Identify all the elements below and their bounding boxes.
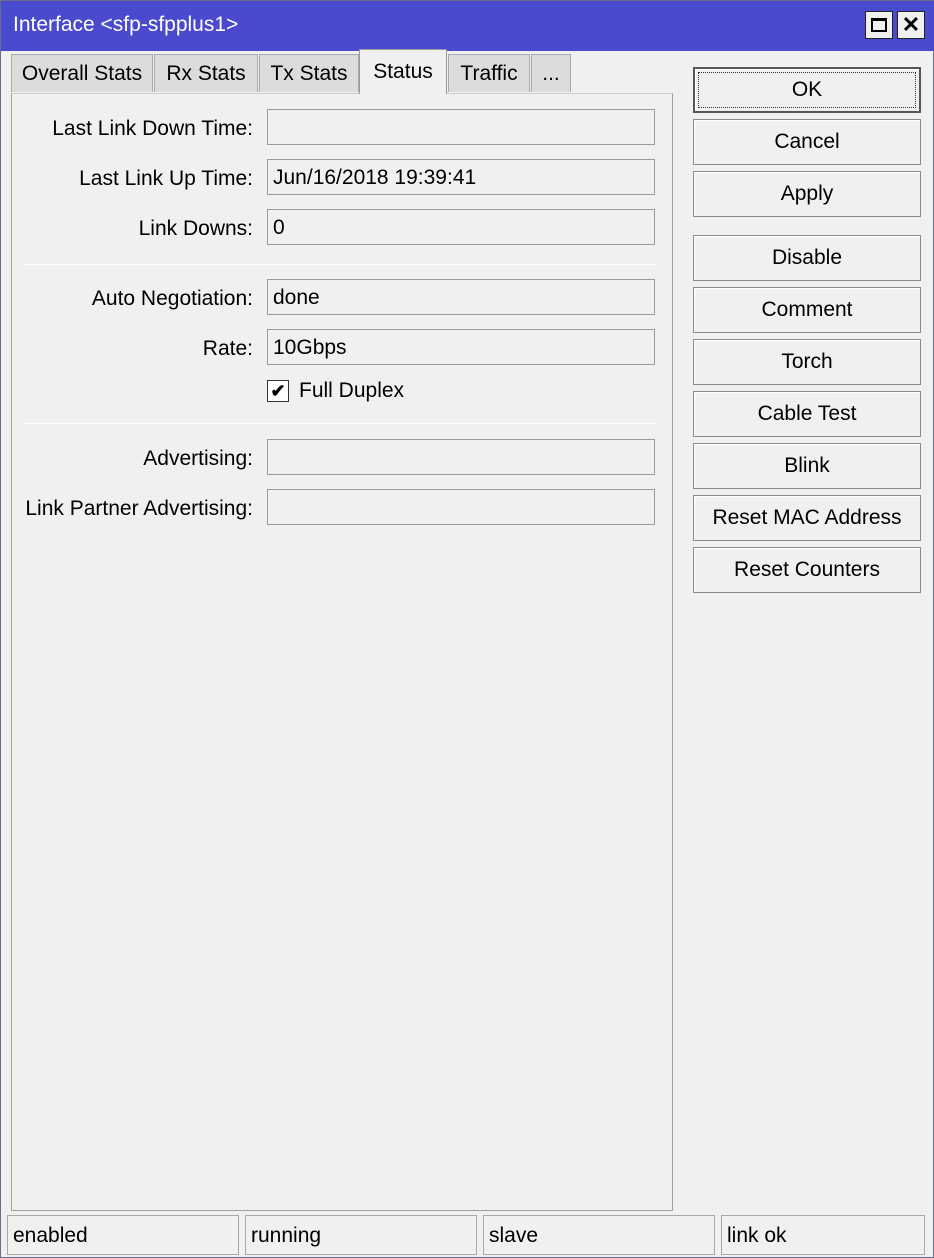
maximize-button[interactable] xyxy=(865,11,893,39)
auto-negotiation-label: Auto Negotiation: xyxy=(91,287,253,310)
close-button[interactable]: ✕ xyxy=(897,11,925,39)
cancel-button[interactable]: Cancel xyxy=(693,119,921,165)
title-bar[interactable]: Interface <sfp-sfpplus1> ✕ xyxy=(1,1,934,51)
section-divider xyxy=(25,423,655,424)
status-slave: slave xyxy=(483,1215,715,1255)
comment-button[interactable]: Comment xyxy=(693,287,921,333)
tab-traffic[interactable]: Traffic xyxy=(448,54,530,92)
link-downs-field[interactable]: 0 xyxy=(267,209,655,245)
ok-button[interactable]: OK xyxy=(693,67,921,113)
close-icon: ✕ xyxy=(901,12,921,37)
auto-negotiation-field[interactable]: done xyxy=(267,279,655,315)
interface-window: Interface <sfp-sfpplus1> ✕ Overall Stats… xyxy=(0,0,934,1258)
link-downs-label: Link Downs: xyxy=(138,217,253,240)
apply-button[interactable]: Apply xyxy=(693,171,921,217)
last-link-down-time-field[interactable] xyxy=(267,109,655,145)
status-panel xyxy=(11,93,673,1211)
rate-field[interactable]: 10Gbps xyxy=(267,329,655,365)
status-link: link ok xyxy=(721,1215,925,1255)
reset-counters-button[interactable]: Reset Counters xyxy=(693,547,921,593)
tab-rx-stats[interactable]: Rx Stats xyxy=(154,54,258,92)
tab-tx-stats[interactable]: Tx Stats xyxy=(259,54,359,92)
last-link-up-time-field[interactable]: Jun/16/2018 19:39:41 xyxy=(267,159,655,195)
link-partner-advertising-label: Link Partner Advertising: xyxy=(25,497,253,520)
maximize-icon xyxy=(871,18,887,32)
focus-ring xyxy=(698,72,916,108)
full-duplex-label: Full Duplex xyxy=(299,379,405,402)
status-running: running xyxy=(245,1215,477,1255)
full-duplex-row[interactable]: ✔ Full Duplex xyxy=(267,379,404,403)
status-enabled: enabled xyxy=(7,1215,239,1255)
section-divider xyxy=(25,264,655,265)
torch-button[interactable]: Torch xyxy=(693,339,921,385)
reset-mac-address-button[interactable]: Reset MAC Address xyxy=(693,495,921,541)
last-link-down-time-label: Last Link Down Time: xyxy=(52,117,253,140)
tab-more[interactable]: ... xyxy=(531,54,571,92)
disable-button[interactable]: Disable xyxy=(693,235,921,281)
full-duplex-checkbox[interactable]: ✔ xyxy=(267,380,289,402)
blink-button[interactable]: Blink xyxy=(693,443,921,489)
window-title: Interface <sfp-sfpplus1> xyxy=(13,13,239,36)
cable-test-button[interactable]: Cable Test xyxy=(693,391,921,437)
tab-overall-stats[interactable]: Overall Stats xyxy=(11,54,153,92)
last-link-up-time-label: Last Link Up Time: xyxy=(79,167,253,190)
tab-status[interactable]: Status xyxy=(359,49,447,94)
rate-label: Rate: xyxy=(202,337,253,360)
advertising-label: Advertising: xyxy=(143,447,253,470)
status-bar: enabled running slave link ok xyxy=(1,1213,934,1258)
link-partner-advertising-field[interactable] xyxy=(267,489,655,525)
advertising-field[interactable] xyxy=(267,439,655,475)
